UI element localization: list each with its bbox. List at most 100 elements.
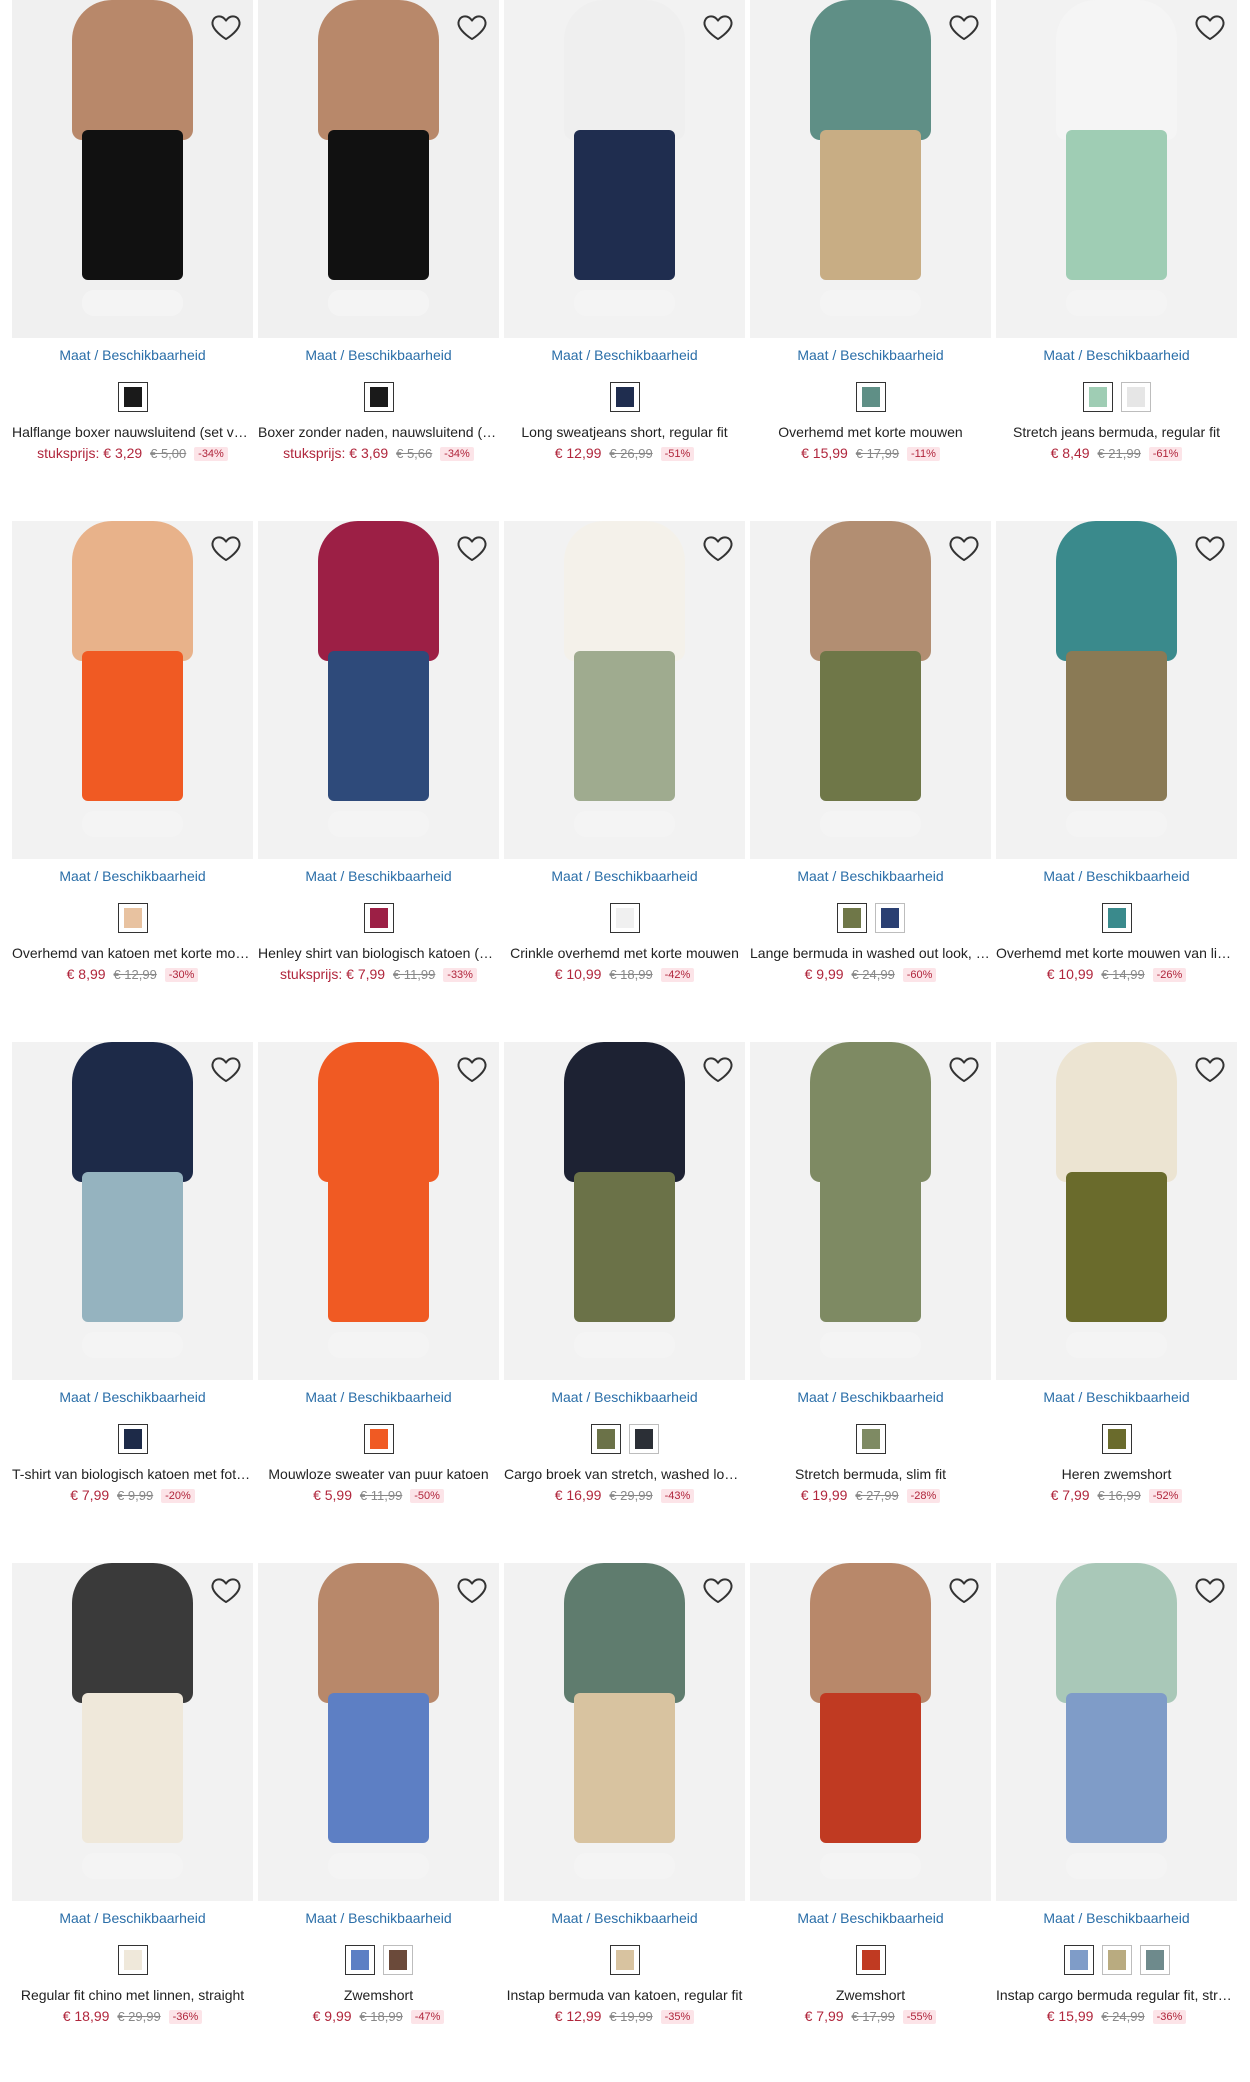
color-swatch[interactable] [1101, 1945, 1132, 1975]
product-image[interactable] [750, 1042, 991, 1380]
wishlist-heart-icon[interactable] [209, 531, 243, 565]
color-swatch[interactable] [855, 1945, 886, 1975]
size-availability-link[interactable]: Maat / Beschikbaarheid [750, 1389, 991, 1405]
product-card[interactable]: Maat / Beschikbaarheid Zwemshort € 9,99 … [258, 1563, 499, 2033]
product-image[interactable] [12, 521, 253, 859]
wishlist-heart-icon[interactable] [1193, 1573, 1227, 1607]
product-card[interactable]: Maat / Beschikbaarheid Instap cargo berm… [996, 1563, 1237, 2033]
color-swatch[interactable] [382, 1945, 413, 1975]
product-image[interactable] [750, 521, 991, 859]
product-image[interactable] [258, 1042, 499, 1380]
wishlist-heart-icon[interactable] [947, 10, 981, 44]
color-swatch[interactable] [344, 1945, 375, 1975]
product-card[interactable]: Maat / Beschikbaarheid Stretch bermuda, … [750, 1042, 991, 1512]
product-card[interactable]: Maat / Beschikbaarheid Overhemd met kort… [996, 521, 1237, 991]
product-image[interactable] [258, 1563, 499, 1901]
wishlist-heart-icon[interactable] [455, 1573, 489, 1607]
color-swatch[interactable] [628, 1424, 659, 1454]
product-name[interactable]: Lange bermuda in washed out look, regula… [750, 945, 991, 961]
color-swatch[interactable] [609, 382, 640, 412]
color-swatch[interactable] [117, 382, 148, 412]
product-name[interactable]: Overhemd van katoen met korte mouwen [12, 945, 253, 961]
product-card[interactable]: Maat / Beschikbaarheid Boxer zonder nade… [258, 0, 499, 470]
product-card[interactable]: Maat / Beschikbaarheid Zwemshort € 7,99 … [750, 1563, 991, 2033]
product-image[interactable] [504, 0, 745, 338]
size-availability-link[interactable]: Maat / Beschikbaarheid [996, 1910, 1237, 1926]
size-availability-link[interactable]: Maat / Beschikbaarheid [12, 347, 253, 363]
wishlist-heart-icon[interactable] [947, 1052, 981, 1086]
product-image[interactable] [12, 1563, 253, 1901]
size-availability-link[interactable]: Maat / Beschikbaarheid [12, 1389, 253, 1405]
product-name[interactable]: Crinkle overhemd met korte mouwen [504, 945, 745, 961]
product-image[interactable] [258, 521, 499, 859]
product-card[interactable]: Maat / Beschikbaarheid Instap bermuda va… [504, 1563, 745, 2033]
wishlist-heart-icon[interactable] [1193, 1052, 1227, 1086]
product-image[interactable] [996, 521, 1237, 859]
product-card[interactable]: Maat / Beschikbaarheid Crinkle overhemd … [504, 521, 745, 991]
color-swatch[interactable] [590, 1424, 621, 1454]
product-image[interactable] [12, 0, 253, 338]
product-image[interactable] [504, 1563, 745, 1901]
size-availability-link[interactable]: Maat / Beschikbaarheid [996, 868, 1237, 884]
product-name[interactable]: Overhemd met korte mouwen van linnen [996, 945, 1237, 961]
color-swatch[interactable] [1101, 1424, 1132, 1454]
wishlist-heart-icon[interactable] [1193, 531, 1227, 565]
size-availability-link[interactable]: Maat / Beschikbaarheid [258, 347, 499, 363]
wishlist-heart-icon[interactable] [1193, 10, 1227, 44]
wishlist-heart-icon[interactable] [455, 1052, 489, 1086]
size-availability-link[interactable]: Maat / Beschikbaarheid [750, 347, 991, 363]
product-name[interactable]: Cargo broek van stretch, washed look, sl… [504, 1466, 745, 1482]
wishlist-heart-icon[interactable] [701, 10, 735, 44]
product-name[interactable]: T-shirt van biologisch katoen met fotopr… [12, 1466, 253, 1482]
size-availability-link[interactable]: Maat / Beschikbaarheid [504, 868, 745, 884]
product-name[interactable]: Zwemshort [750, 1987, 991, 2003]
product-name[interactable]: Henley shirt van biologisch katoen (2-pa… [258, 945, 499, 961]
color-swatch[interactable] [609, 903, 640, 933]
product-name[interactable]: Halflange boxer nauwsluitend (set van 2) [12, 424, 253, 440]
product-name[interactable]: Regular fit chino met linnen, straight [12, 1987, 253, 2003]
product-image[interactable] [750, 0, 991, 338]
product-card[interactable]: Maat / Beschikbaarheid Overhemd van kato… [12, 521, 253, 991]
product-image[interactable] [996, 1563, 1237, 1901]
color-swatch[interactable] [855, 1424, 886, 1454]
wishlist-heart-icon[interactable] [701, 531, 735, 565]
product-image[interactable] [504, 1042, 745, 1380]
product-name[interactable]: Long sweatjeans short, regular fit [504, 424, 745, 440]
product-card[interactable]: Maat / Beschikbaarheid Mouwloze sweater … [258, 1042, 499, 1512]
product-image[interactable] [750, 1563, 991, 1901]
product-image[interactable] [258, 0, 499, 338]
product-name[interactable]: Instap cargo bermuda regular fit, straig… [996, 1987, 1237, 2003]
color-swatch[interactable] [1120, 382, 1151, 412]
size-availability-link[interactable]: Maat / Beschikbaarheid [504, 1910, 745, 1926]
product-image[interactable] [504, 521, 745, 859]
size-availability-link[interactable]: Maat / Beschikbaarheid [12, 1910, 253, 1926]
size-availability-link[interactable]: Maat / Beschikbaarheid [750, 1910, 991, 1926]
wishlist-heart-icon[interactable] [455, 10, 489, 44]
product-card[interactable]: Maat / Beschikbaarheid Overhemd met kort… [750, 0, 991, 470]
wishlist-heart-icon[interactable] [947, 531, 981, 565]
size-availability-link[interactable]: Maat / Beschikbaarheid [258, 868, 499, 884]
product-name[interactable]: Instap bermuda van katoen, regular fit [504, 1987, 745, 2003]
product-name[interactable]: Boxer zonder naden, nauwsluitend (set va… [258, 424, 499, 440]
size-availability-link[interactable]: Maat / Beschikbaarheid [504, 1389, 745, 1405]
size-availability-link[interactable]: Maat / Beschikbaarheid [258, 1910, 499, 1926]
color-swatch[interactable] [836, 903, 867, 933]
wishlist-heart-icon[interactable] [701, 1052, 735, 1086]
wishlist-heart-icon[interactable] [701, 1573, 735, 1607]
product-card[interactable]: Maat / Beschikbaarheid Stretch jeans ber… [996, 0, 1237, 470]
product-image[interactable] [996, 1042, 1237, 1380]
size-availability-link[interactable]: Maat / Beschikbaarheid [12, 868, 253, 884]
product-name[interactable]: Overhemd met korte mouwen [750, 424, 991, 440]
color-swatch[interactable] [1063, 1945, 1094, 1975]
color-swatch[interactable] [1101, 903, 1132, 933]
color-swatch[interactable] [117, 1945, 148, 1975]
color-swatch[interactable] [874, 903, 905, 933]
product-image[interactable] [996, 0, 1237, 338]
color-swatch[interactable] [1082, 382, 1113, 412]
size-availability-link[interactable]: Maat / Beschikbaarheid [504, 347, 745, 363]
color-swatch[interactable] [117, 903, 148, 933]
product-name[interactable]: Stretch bermuda, slim fit [750, 1466, 991, 1482]
product-card[interactable]: Maat / Beschikbaarheid Henley shirt van … [258, 521, 499, 991]
product-card[interactable]: Maat / Beschikbaarheid Regular fit chino… [12, 1563, 253, 2033]
wishlist-heart-icon[interactable] [209, 1573, 243, 1607]
